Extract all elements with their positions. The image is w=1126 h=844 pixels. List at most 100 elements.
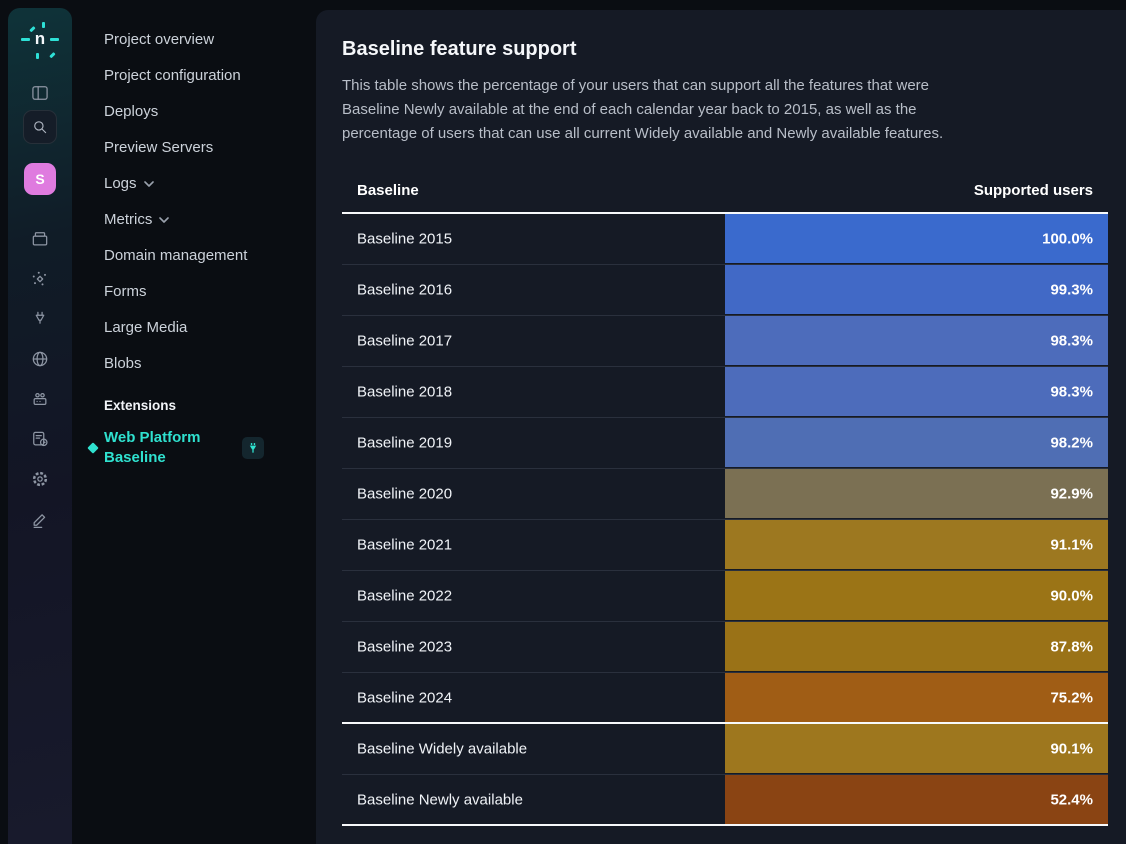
plug-icon — [30, 309, 50, 329]
project-avatar[interactable]: S — [24, 163, 56, 195]
sidebar-item-label: Blobs — [104, 355, 142, 372]
table-row: Baseline Newly available 52.4% — [342, 775, 1108, 826]
logo-ray — [21, 38, 30, 41]
sidebar-toggle-button[interactable] — [22, 75, 58, 111]
sidebar-item-forms[interactable]: Forms — [72, 273, 316, 309]
supported-users-value: 75.2% — [1050, 689, 1093, 706]
notes-clock-icon — [30, 429, 50, 449]
audience-icon — [30, 389, 50, 409]
table-row: Baseline 2024 75.2% — [342, 673, 1108, 724]
logs-rail-button[interactable] — [22, 421, 58, 457]
row-label: Baseline 2020 — [357, 486, 452, 503]
team-rail-button[interactable] — [22, 381, 58, 417]
table-row: Baseline 2015 100.0% — [342, 214, 1108, 265]
row-label: Baseline 2018 — [357, 384, 452, 401]
sidebar-item-label: Project overview — [104, 31, 214, 48]
supported-users-value: 98.3% — [1050, 383, 1093, 400]
box-icon — [30, 229, 50, 249]
logo-ray — [36, 53, 39, 59]
table-row: Baseline 2019 98.2% — [342, 418, 1108, 469]
row-label: Baseline 2022 — [357, 588, 452, 605]
globe-icon — [30, 349, 50, 369]
automations-rail-button[interactable] — [22, 261, 58, 297]
logo-letter: n — [35, 29, 45, 49]
column-header-supported-users: Supported users — [974, 182, 1093, 199]
main-panel: Baseline feature support This table show… — [316, 10, 1126, 844]
logo-ray — [42, 22, 45, 28]
supported-users-bar: 52.4% — [725, 775, 1108, 824]
deploys-rail-button[interactable] — [22, 221, 58, 257]
table-row: Baseline 2017 98.3% — [342, 316, 1108, 367]
baseline-table: Baseline Supported users Baseline 2015 10… — [342, 166, 1108, 826]
sidebar-item-preview-servers[interactable]: Preview Servers — [72, 129, 316, 165]
search-button[interactable] — [23, 110, 57, 144]
sidebar-item-label: Deploys — [104, 103, 158, 120]
table-row: Baseline 202191.1% — [342, 520, 1108, 571]
sidebar-item-label: Forms — [104, 283, 147, 300]
sidebar-item-label: Project configuration — [104, 67, 241, 84]
supported-users-bar: 87.8% — [725, 622, 1108, 671]
supported-users-bar: 98.3% — [725, 316, 1108, 365]
sidebar-item-label: Preview Servers — [104, 139, 213, 156]
table-row: Baseline 2023 87.8% — [342, 622, 1108, 673]
supported-users-value: 87.8% — [1050, 638, 1093, 655]
supported-users-bar: 100.0% — [725, 214, 1108, 263]
extension-label: Web Platform Baseline — [104, 428, 234, 468]
supported-users-value: 90.1% — [1050, 740, 1093, 757]
table-row: Baseline 2022 90.0% — [342, 571, 1108, 622]
table-header: Baseline Supported users — [342, 166, 1108, 214]
sparkle-dots-icon — [30, 269, 50, 289]
table-row: Baseline 2018 98.3% — [342, 367, 1108, 418]
plug-icon — [246, 441, 260, 455]
sidebar-item-deploys[interactable]: Deploys — [72, 93, 316, 129]
sidebar-item-web-platform-baseline[interactable]: Web Platform Baseline — [72, 428, 302, 468]
sidebar-nav: Project overview Project configuration Dep… — [72, 21, 316, 381]
row-label: Baseline 2023 — [357, 639, 452, 656]
extensions-rail-button[interactable] — [22, 301, 58, 337]
netlify-logo[interactable]: n — [18, 18, 62, 62]
chevron-down-icon — [159, 217, 169, 223]
supported-users-value: 98.2% — [1050, 434, 1093, 451]
row-label: Baseline 2015 — [357, 231, 452, 248]
row-label: Baseline Widely available — [357, 741, 527, 758]
sidebar-item-large-media[interactable]: Large Media — [72, 309, 316, 345]
icon-rail: n S — [8, 8, 72, 844]
supported-users-bar: 98.2% — [725, 418, 1108, 467]
supported-users-bar: 98.3% — [725, 367, 1108, 416]
panel-toggle-icon — [30, 83, 50, 103]
settings-rail-button[interactable] — [22, 461, 58, 497]
supported-users-value: 91.1% — [1050, 536, 1093, 553]
sidebar-item-project-overview[interactable]: Project overview — [72, 21, 316, 57]
avatar-letter: S — [35, 171, 44, 187]
domains-rail-button[interactable] — [22, 341, 58, 377]
supported-users-bar: 90.0% — [725, 571, 1108, 620]
project-sidebar: Project overview Project configuration Dep… — [72, 0, 316, 844]
table-row: Baseline 2020 92.9% — [342, 469, 1108, 520]
extension-plug-badge — [242, 437, 264, 459]
sidebar-item-blobs[interactable]: Blobs — [72, 345, 316, 381]
supported-users-bar: 90.1% — [725, 724, 1108, 773]
supported-users-value: 90.0% — [1050, 587, 1093, 604]
sidebar-item-metrics[interactable]: Metrics — [72, 201, 316, 237]
supported-users-value: 92.9% — [1050, 485, 1093, 502]
pencil-icon — [30, 509, 50, 529]
row-label: Baseline 2019 — [357, 435, 452, 452]
row-label: Baseline 2017 — [357, 333, 452, 350]
extensions-heading: Extensions — [72, 398, 316, 413]
supported-users-bar: 92.9% — [725, 469, 1108, 518]
logo-ray — [50, 38, 59, 41]
sidebar-item-label: Logs — [104, 175, 137, 192]
page-description: This table shows the percentage of your … — [342, 74, 990, 146]
row-label: Baseline 2024 — [357, 689, 452, 706]
sidebar-item-project-configuration[interactable]: Project configuration — [72, 57, 316, 93]
row-label: Baseline Newly available — [357, 791, 523, 808]
edit-rail-button[interactable] — [22, 501, 58, 537]
diamond-bullet-icon — [87, 442, 98, 453]
sidebar-item-logs[interactable]: Logs — [72, 165, 316, 201]
table-row: Baseline 2016 99.3% — [342, 265, 1108, 316]
sidebar-item-domain-management[interactable]: Domain management — [72, 237, 316, 273]
supported-users-bar: 99.3% — [725, 265, 1108, 314]
sidebar-item-label: Metrics — [104, 211, 152, 228]
row-label: Baseline 2016 — [357, 282, 452, 299]
chevron-down-icon — [144, 181, 154, 187]
